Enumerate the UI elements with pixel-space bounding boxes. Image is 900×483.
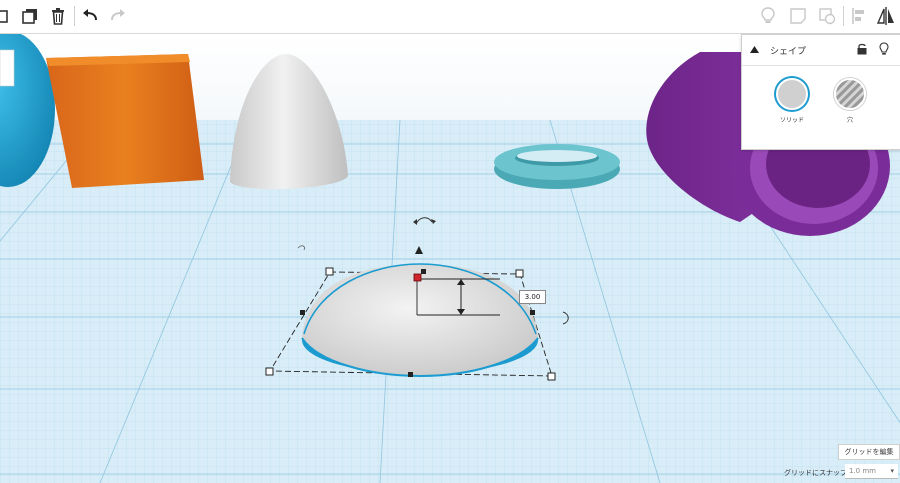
collapse-caret-icon[interactable] — [750, 46, 759, 53]
edge-handle[interactable] — [300, 310, 305, 315]
shape-panel-title: シェイプ — [770, 47, 807, 57]
edge-handle[interactable] — [530, 310, 535, 315]
edge-handle[interactable] — [408, 372, 413, 377]
undo-icon[interactable] — [78, 4, 102, 28]
toolbar — [0, 0, 900, 34]
delete-icon[interactable] — [46, 4, 70, 28]
solid-swatch[interactable] — [776, 78, 808, 110]
note-icon[interactable] — [786, 4, 810, 28]
height-handle[interactable] — [413, 273, 422, 282]
solid-label: ソリッド — [779, 117, 804, 124]
corner-handle[interactable] — [547, 372, 556, 381]
corner-handle[interactable] — [325, 267, 334, 276]
chevron-down-icon: ▾ — [890, 467, 894, 475]
lightbulb-icon[interactable] — [756, 4, 780, 28]
duplicate-icon[interactable] — [18, 4, 42, 28]
shape-panel: シェイプ ソリッド 穴 — [741, 34, 900, 150]
height-dimension-input[interactable]: 3.00 — [519, 290, 546, 304]
sphere-edge-highlight — [0, 49, 15, 87]
hole-option[interactable]: 穴 — [832, 78, 868, 124]
panel-divider — [742, 65, 900, 66]
snap-grid-value: 1.0 mm — [849, 467, 876, 475]
snap-grid-select[interactable]: 1.0 mm ▾ — [845, 464, 898, 479]
toolbar-divider — [843, 6, 844, 26]
corner-handle[interactable] — [515, 269, 524, 278]
box-shape[interactable] — [46, 54, 204, 188]
lock-icon[interactable] — [857, 43, 867, 55]
shape-panel-header[interactable]: シェイプ — [742, 35, 900, 65]
redo-icon[interactable] — [106, 4, 130, 28]
hole-swatch[interactable] — [834, 78, 866, 110]
edit-grid-button[interactable]: グリッドを編集 — [838, 444, 900, 460]
corner-handle[interactable] — [265, 367, 274, 376]
snap-grid-label: グリッドにスナップ — [784, 469, 847, 477]
edge-handle[interactable] — [421, 269, 426, 274]
hole-label: 穴 — [846, 117, 853, 124]
solid-option[interactable]: ソリッド — [774, 78, 810, 124]
group-icon[interactable] — [0, 4, 14, 28]
torus-shape[interactable] — [494, 144, 620, 189]
lightbulb-icon[interactable] — [879, 42, 889, 56]
hide-icon[interactable] — [815, 4, 839, 28]
toolbar-divider — [74, 6, 75, 26]
align-icon[interactable] — [847, 4, 871, 28]
mirror-icon[interactable] — [874, 4, 898, 28]
